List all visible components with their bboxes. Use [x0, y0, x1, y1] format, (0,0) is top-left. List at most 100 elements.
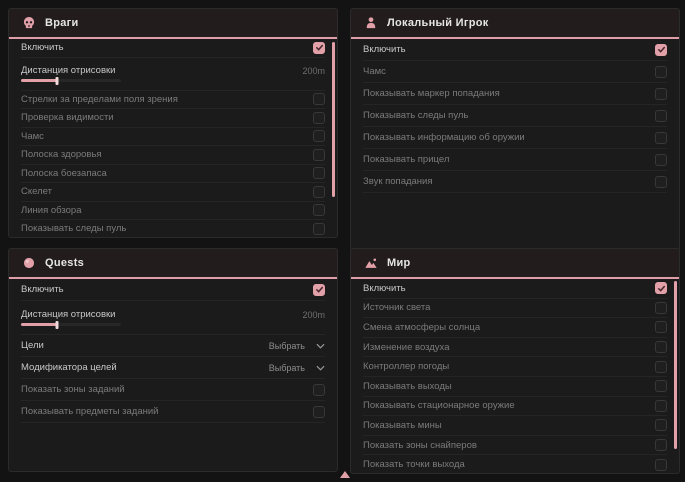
checkbox[interactable] [655, 459, 667, 471]
toggle-row: Полоска здоровья [21, 146, 325, 165]
toggle-row: Показывать стационарное оружие [363, 397, 667, 417]
checkbox[interactable] [655, 110, 667, 122]
setting-label: Стрелки за пределами поля зрения [21, 94, 178, 105]
setting-label: Включить [21, 284, 64, 295]
toggle-row: Изменение воздуха [363, 338, 667, 358]
checkbox[interactable] [655, 88, 667, 100]
checkbox[interactable] [313, 93, 325, 105]
mountain-icon [364, 256, 378, 270]
checkbox[interactable] [655, 66, 667, 78]
setting-label: Источник света [363, 302, 430, 313]
checkbox[interactable] [655, 419, 667, 431]
setting-label: Полоска здоровья [21, 149, 102, 160]
checkbox[interactable] [655, 176, 667, 188]
toggle-row: Показывать следы пуль [363, 105, 667, 127]
toggle-row: Показать зоны заданий [21, 379, 325, 401]
scrollbar-thumb[interactable] [332, 42, 335, 197]
checkbox[interactable] [313, 130, 325, 142]
setting-label: Полоска боезапаса [21, 168, 107, 179]
toggle-row: Показывать предметы заданий [21, 401, 325, 423]
setting-label: Линия обзора [21, 205, 82, 216]
panel-local-player: Локальный ИгрокВключитьЧамсПоказывать ма… [350, 8, 680, 252]
checkbox[interactable] [655, 132, 667, 144]
setting-label: Чамс [21, 131, 44, 142]
slider-labels: Дистанция отрисовки 200m [21, 309, 325, 320]
checkbox[interactable] [655, 341, 667, 353]
dropdown[interactable]: Выбрать [269, 341, 325, 351]
toggle-row: Показывать прицел [363, 149, 667, 171]
slider-track[interactable] [21, 323, 121, 326]
setting-label: Показать зоны заданий [21, 384, 125, 395]
toggle-row: Полоска боезапаса [21, 165, 325, 184]
setting-label: Включить [363, 44, 406, 55]
slider-row: Дистанция отрисовки 200m [21, 301, 325, 335]
scrollbar-thumb[interactable] [674, 281, 677, 449]
triangle-up-icon [340, 471, 350, 478]
panel-body: ВключитьДистанция отрисовки200mЦелиВыбра… [9, 279, 337, 471]
checkbox[interactable] [313, 204, 325, 216]
quest-icon [22, 256, 36, 270]
chevron-down-icon [316, 343, 325, 349]
checkbox[interactable] [313, 223, 325, 235]
checkbox[interactable] [655, 400, 667, 412]
setting-label: Включить [21, 42, 64, 53]
panel-header: Мир [351, 249, 679, 279]
checkbox[interactable] [655, 282, 667, 294]
checkbox[interactable] [655, 380, 667, 392]
setting-label: Показывать стационарное оружие [363, 400, 515, 411]
panel-title: Quests [45, 257, 84, 269]
setting-label: Дистанция отрисовки [21, 309, 115, 320]
slider-handle[interactable] [56, 77, 59, 85]
toggle-row: Скелет [21, 183, 325, 202]
toggle-row: Звук попадания [363, 171, 667, 193]
checkbox[interactable] [655, 154, 667, 166]
toggle-row: Чамс [21, 128, 325, 147]
toggle-row: Показывать выходы [363, 377, 667, 397]
checkbox[interactable] [313, 167, 325, 179]
person-icon [364, 16, 378, 30]
slider-fill [21, 323, 57, 326]
setting-label: Модификатора целей [21, 362, 117, 373]
checkbox[interactable] [313, 384, 325, 396]
checkbox[interactable] [655, 361, 667, 373]
slider-value: 200m [302, 310, 325, 320]
checkbox[interactable] [655, 44, 667, 56]
select-row: Модификатора целей Выбрать [21, 357, 325, 379]
slider-row: Дистанция отрисовки 200m [21, 58, 325, 91]
toggle-row: Включить [363, 39, 667, 61]
setting-label: Включить [363, 283, 406, 294]
checkbox[interactable] [313, 186, 325, 198]
dropdown[interactable]: Выбрать [269, 363, 325, 373]
checkbox[interactable] [313, 284, 325, 296]
panel-header: Quests [9, 249, 337, 279]
checkbox[interactable] [655, 302, 667, 314]
dropdown-value: Выбрать [269, 341, 305, 351]
checkbox[interactable] [655, 439, 667, 451]
checkbox[interactable] [313, 406, 325, 418]
panel-title: Мир [387, 257, 411, 269]
setting-label: Дистанция отрисовки [21, 65, 115, 76]
slider-track[interactable] [21, 79, 121, 82]
slider-handle[interactable] [56, 321, 59, 329]
panel-enemies: Враги Включить Дистанция отрисовки 200m Стре… [8, 8, 338, 238]
setting-label: Показывать информацию об оружии [363, 132, 525, 143]
checkbox[interactable] [313, 149, 325, 161]
setting-label: Показывать следы пуль [21, 223, 126, 234]
setting-label: Проверка видимости [21, 112, 114, 123]
setting-label: Скелет [21, 186, 52, 197]
panel-title: Враги [45, 17, 79, 29]
panel-header: Враги [9, 9, 337, 39]
chevron-down-icon [316, 365, 325, 371]
panel-body: Включить Дистанция отрисовки 200m Стрелки з… [9, 39, 337, 237]
checkbox[interactable] [313, 112, 325, 124]
slider-value: 200m [302, 66, 325, 76]
toggle-row: Проверка видимости [21, 109, 325, 128]
setting-label: Звук попадания [363, 176, 433, 187]
setting-label: Показывать следы пуль [363, 110, 468, 121]
toggle-row: Показать зоны снайперов [363, 436, 667, 456]
checkbox[interactable] [655, 321, 667, 333]
setting-label: Контроллер погоды [363, 361, 449, 372]
toggle-row: Контроллер погоды [363, 357, 667, 377]
toggle-row: Линия обзора [21, 202, 325, 221]
checkbox[interactable] [313, 42, 325, 54]
